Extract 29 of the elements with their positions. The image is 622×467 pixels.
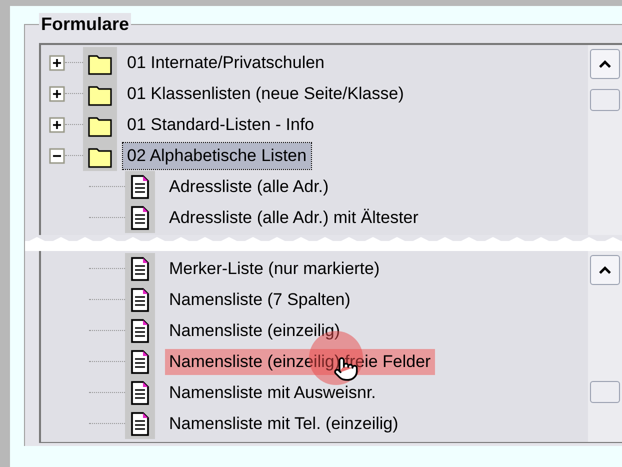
tree-item-label[interactable]: 02 Alphabetische Listen (123, 142, 311, 168)
scroll-up-icon[interactable] (598, 265, 612, 275)
tree-item-label[interactable]: 01 Internate/Privatschulen (123, 50, 329, 76)
expand-icon[interactable] (49, 86, 65, 102)
tree-item-label[interactable]: 01 Klassenlisten (neue Seite/Klasse) (123, 80, 408, 106)
scrollbar[interactable] (588, 45, 622, 235)
document-icon (129, 204, 151, 230)
document-icon (129, 174, 151, 200)
document-icon (129, 348, 151, 374)
tree-item-label[interactable]: Adressliste (alle Adr.) mit Ältester (165, 204, 422, 230)
tree-item-label[interactable]: 01 Standard-Listen - Info (123, 112, 318, 138)
document-icon (129, 380, 151, 406)
document-icon (129, 318, 151, 344)
tree-item-label[interactable]: Namensliste (einzeilig) (165, 318, 344, 344)
tree-item-label[interactable]: Namensliste mit Ausweisnr. (165, 380, 380, 406)
collapse-icon[interactable] (49, 148, 65, 164)
scroll-up-icon[interactable] (598, 59, 612, 69)
document-icon (129, 410, 151, 436)
scroll-thumb[interactable] (590, 381, 620, 403)
tree-item-label[interactable]: Merker-Liste (nur markierte) (165, 256, 384, 282)
tree-item-label[interactable]: Namensliste mit Tel. (einzeilig) (165, 410, 402, 436)
tree-item-label[interactable]: Adressliste (alle Adr.) (165, 174, 333, 200)
scrollbar[interactable] (588, 251, 622, 442)
document-icon (129, 256, 151, 282)
expand-icon[interactable] (49, 116, 65, 132)
scroll-thumb[interactable] (590, 89, 620, 111)
expand-icon[interactable] (49, 54, 65, 70)
document-icon (129, 286, 151, 312)
tree-item-label[interactable]: Namensliste (7 Spalten) (165, 286, 354, 312)
